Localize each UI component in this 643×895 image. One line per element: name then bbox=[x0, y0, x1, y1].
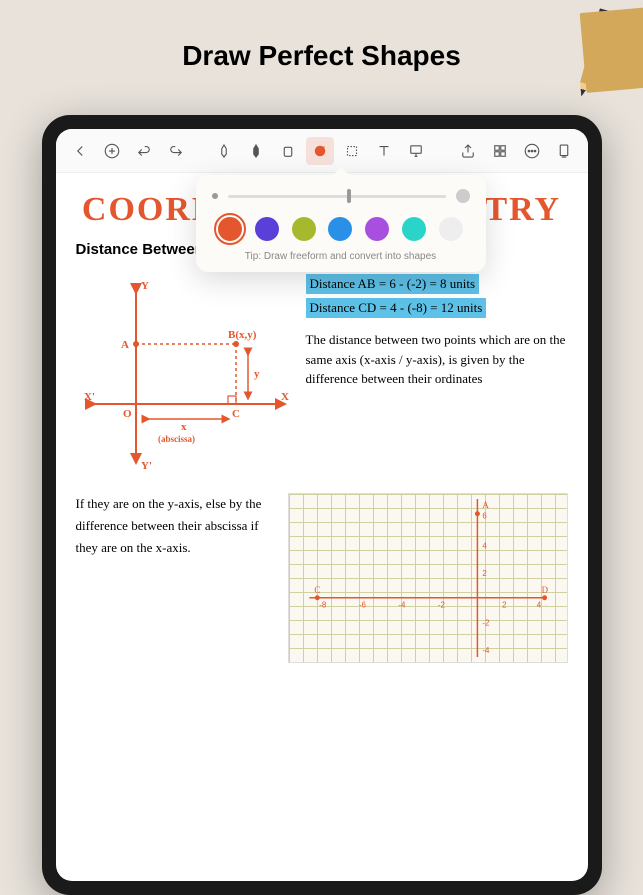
side-notes: Distance AB = 6 - (-2) = 8 units Distanc… bbox=[306, 274, 568, 479]
svg-text:-4: -4 bbox=[398, 601, 406, 610]
highlight-cd: Distance CD = 4 - (-8) = 12 units bbox=[306, 298, 487, 318]
ruler-decoration bbox=[580, 7, 643, 93]
y-ordinate-label: y bbox=[254, 368, 260, 380]
svg-text:A: A bbox=[482, 500, 489, 510]
hero-title: Draw Perfect Shapes bbox=[0, 0, 643, 102]
point-c-label: C bbox=[232, 408, 240, 420]
abscissa-label: (abscissa) bbox=[158, 434, 195, 444]
x-ordinate-label: x bbox=[181, 421, 187, 433]
slider-min-icon bbox=[212, 193, 218, 199]
svg-text:-8: -8 bbox=[319, 601, 327, 610]
coordinate-grid-chart: A 6 4 2 -2 -4 -8 C -6 -4 -2 2 4 D bbox=[288, 493, 568, 663]
y-axis-label: Y bbox=[141, 280, 149, 292]
color-swatch-indigo[interactable] bbox=[255, 217, 279, 241]
text-tool-icon[interactable] bbox=[370, 137, 398, 165]
origin-label: O bbox=[123, 408, 132, 420]
color-swatch-red[interactable] bbox=[218, 217, 242, 241]
page-nav-icon[interactable] bbox=[550, 137, 578, 165]
paragraph-2: If they are on the y-axis, else by the d… bbox=[76, 493, 276, 663]
stroke-size-slider[interactable] bbox=[228, 195, 446, 198]
y-prime-label: Y' bbox=[141, 460, 152, 472]
shape-tool-popover: Tip: Draw freeform and convert into shap… bbox=[196, 175, 486, 272]
undo-icon[interactable] bbox=[130, 137, 158, 165]
tablet-screen: Tip: Draw freeform and convert into shap… bbox=[56, 129, 588, 881]
highlight-ab: Distance AB = 6 - (-2) = 8 units bbox=[306, 274, 480, 294]
svg-text:-6: -6 bbox=[358, 601, 366, 610]
svg-text:4: 4 bbox=[482, 541, 487, 550]
tablet-frame: Tip: Draw freeform and convert into shap… bbox=[42, 115, 602, 895]
more-icon[interactable] bbox=[518, 137, 546, 165]
pen-tool-icon[interactable] bbox=[210, 137, 238, 165]
share-icon[interactable] bbox=[454, 137, 482, 165]
lasso-tool-icon[interactable] bbox=[338, 137, 366, 165]
grid-icon[interactable] bbox=[486, 137, 514, 165]
svg-text:C: C bbox=[314, 585, 320, 595]
pen2-tool-icon[interactable] bbox=[242, 137, 270, 165]
color-swatch-olive[interactable] bbox=[292, 217, 316, 241]
popover-tip-text: Tip: Draw freeform and convert into shap… bbox=[212, 251, 470, 262]
svg-text:2: 2 bbox=[502, 601, 506, 610]
add-icon[interactable] bbox=[98, 137, 126, 165]
slider-max-icon bbox=[456, 189, 470, 203]
x-prime-label: X' bbox=[84, 391, 95, 403]
paragraph-1: The distance between two points which ar… bbox=[306, 330, 568, 389]
color-palette bbox=[212, 217, 470, 241]
slider-thumb[interactable] bbox=[347, 189, 351, 203]
redo-icon[interactable] bbox=[162, 137, 190, 165]
x-axis-label: X bbox=[281, 391, 289, 403]
svg-text:2: 2 bbox=[482, 569, 486, 578]
svg-text:-4: -4 bbox=[482, 646, 490, 655]
present-icon[interactable] bbox=[402, 137, 430, 165]
color-swatch-purple[interactable] bbox=[365, 217, 389, 241]
svg-text:D: D bbox=[541, 585, 548, 595]
stroke-size-slider-row bbox=[212, 189, 470, 203]
point-b-label: B(x,y) bbox=[228, 329, 257, 341]
svg-text:6: 6 bbox=[482, 512, 487, 521]
color-swatch-blue[interactable] bbox=[328, 217, 352, 241]
shape-tool-icon[interactable] bbox=[306, 137, 334, 165]
color-swatch-add[interactable] bbox=[439, 217, 463, 241]
back-icon[interactable] bbox=[66, 137, 94, 165]
app-toolbar bbox=[56, 129, 588, 173]
svg-text:4: 4 bbox=[536, 601, 541, 610]
svg-text:-2: -2 bbox=[482, 618, 489, 627]
coordinate-diagram: Y Y' X X' O A B(x,y) C y x (abscissa) bbox=[76, 274, 296, 479]
svg-text:-2: -2 bbox=[437, 601, 444, 610]
eraser-tool-icon[interactable] bbox=[274, 137, 302, 165]
point-a-label: A bbox=[121, 339, 129, 351]
color-swatch-teal[interactable] bbox=[402, 217, 426, 241]
